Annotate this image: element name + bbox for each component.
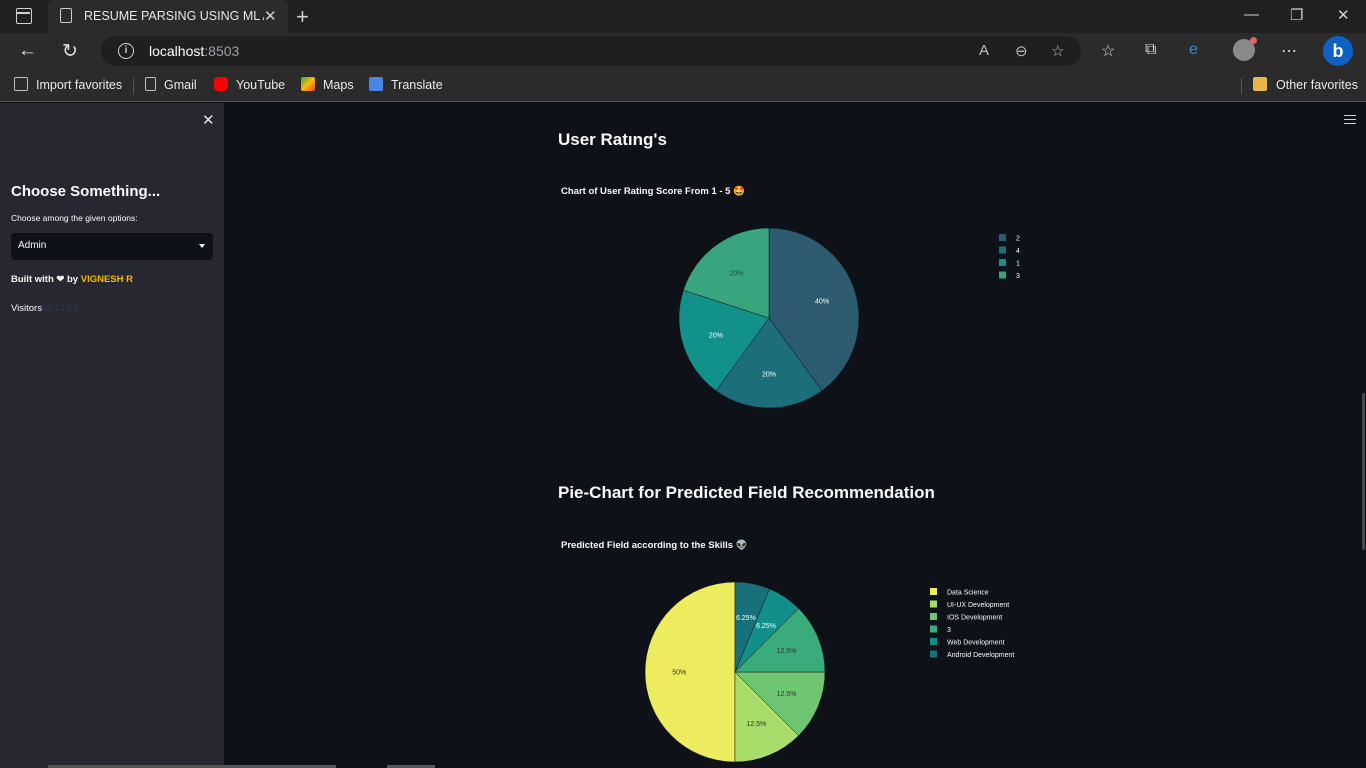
minimize-icon[interactable]: — [1244, 6, 1259, 23]
add-favorite-icon[interactable]: ☆ [1051, 42, 1064, 60]
close-sidebar-icon[interactable]: ✕ [202, 111, 215, 129]
favorites-bar: Import favorites Gmail YouTube Maps Tran… [0, 70, 1366, 102]
fav-youtube[interactable]: YouTube [214, 77, 285, 92]
tab-bar: RESUME PARSING USING ML AN ✕ + — ❐ ✕ [0, 0, 1366, 33]
visitor-count: 001128 [41, 303, 79, 314]
chart-title-ratings: Chart of User Rating Score From 1 - 5 🤩 [561, 186, 745, 197]
more-icon[interactable]: ⋯ [1281, 41, 1297, 61]
fav-maps[interactable]: Maps [301, 77, 354, 92]
sidebar: ✕ Choose Something... Choose among the g… [0, 103, 224, 768]
favorites-icon[interactable]: ☆ [1101, 41, 1115, 61]
profile-avatar[interactable] [1233, 37, 1257, 61]
fav-other[interactable]: Other favorites [1253, 77, 1358, 92]
legend-swatch[interactable] [930, 625, 937, 633]
address-bar[interactable]: i localhost:8503 A ⊖ ☆ [101, 36, 1081, 66]
legend-swatch[interactable] [930, 588, 937, 595]
bing-icon[interactable]: b [1323, 36, 1353, 66]
legend-swatch[interactable] [930, 600, 937, 608]
legend-swatch[interactable] [930, 638, 937, 645]
legend-label[interactable]: 1 [1016, 261, 1020, 268]
slice-label: 20% [709, 333, 723, 340]
legend-label[interactable]: Data Science [947, 590, 989, 597]
fav-import[interactable]: Import favorites [14, 77, 122, 92]
legend-label[interactable]: 3 [947, 627, 951, 634]
fav-translate[interactable]: Translate [369, 77, 443, 92]
divider [133, 78, 134, 94]
youtube-icon [214, 77, 228, 91]
browser-toolbar: ← ↻ i localhost:8503 A ⊖ ☆ ☆ ⧉ e ⋯ b [0, 33, 1366, 70]
slice-label: 6.25% [736, 615, 756, 622]
slice-label: 12.5% [777, 648, 797, 655]
translate-icon [369, 77, 383, 91]
page-icon [60, 8, 72, 23]
divider [1241, 78, 1242, 94]
legend-label[interactable]: Web Development [947, 640, 1005, 647]
author-link[interactable]: VIGNESH R [81, 274, 133, 285]
legend-label[interactable]: UI-UX Development [947, 602, 1009, 609]
edge-icon[interactable]: e [1189, 41, 1198, 59]
vertical-scrollbar[interactable] [1362, 393, 1365, 550]
fav-gmail[interactable]: Gmail [145, 77, 197, 92]
new-tab-icon[interactable]: + [296, 4, 309, 30]
refresh-icon[interactable]: ↻ [62, 40, 78, 63]
built-with-text: Built with ❤ by VIGNESH R [11, 274, 133, 285]
collections-icon[interactable]: ⧉ [1145, 41, 1156, 59]
tab-title: RESUME PARSING USING ML AN [84, 9, 264, 23]
restore-icon[interactable]: ❐ [1290, 6, 1303, 24]
legend-label[interactable]: Android Development [947, 652, 1014, 659]
main-content: User Ratıng's Chart of User Rating Score… [224, 103, 1366, 768]
legend-label[interactable]: 2 [1016, 236, 1020, 243]
url-text[interactable]: localhost:8503 [149, 43, 239, 59]
back-icon[interactable]: ← [18, 40, 37, 62]
legend-label[interactable]: 4 [1016, 248, 1020, 255]
sidebar-heading: Choose Something... [11, 183, 161, 200]
zoom-out-icon[interactable]: ⊖ [1015, 42, 1028, 60]
visitors-counter: Visitors001128 [11, 303, 79, 314]
legend-label[interactable]: 3 [1016, 273, 1020, 280]
close-window-icon[interactable]: ✕ [1337, 6, 1350, 24]
tab-actions-icon[interactable] [16, 8, 32, 24]
slice-label: 20% [729, 270, 743, 277]
legend-swatch[interactable] [930, 613, 937, 620]
pie-slice[interactable] [644, 581, 736, 763]
maps-icon [301, 77, 315, 91]
slice-label: 12.5% [746, 721, 766, 728]
legend-swatch[interactable] [930, 650, 937, 658]
ratings-pie-chart: 40% 20% 20% 20% 2 4 1 3 [678, 227, 1020, 409]
mode-select[interactable]: Admin [11, 233, 213, 260]
slice-label: 6.25% [756, 623, 776, 630]
select-label: Choose among the given options: [11, 213, 138, 223]
info-icon[interactable]: i [118, 43, 134, 59]
legend-swatch[interactable] [999, 234, 1006, 241]
section-title-fields: Pie-Chart for Predicted Field Recommenda… [558, 483, 935, 502]
close-tab-icon[interactable]: ✕ [264, 7, 277, 25]
read-aloud-icon[interactable]: A [979, 42, 989, 59]
menu-icon[interactable] [1344, 115, 1356, 124]
slice-label: 50% [672, 670, 686, 677]
fields-pie-chart: 50% 12.5% 12.5% 12.5% 6.25%6.25% Data Science… [644, 581, 1014, 763]
slice-label: 12.5% [777, 691, 797, 698]
import-icon [14, 77, 28, 91]
legend-swatch[interactable] [999, 246, 1006, 254]
active-tab[interactable]: RESUME PARSING USING ML AN ✕ [48, 0, 288, 33]
legend-swatch[interactable] [999, 271, 1006, 279]
legend-label[interactable]: IOS Development [947, 615, 1002, 622]
chart-title-fields: Predicted Field according to the Skills … [561, 540, 748, 551]
section-title-ratings: User Ratıng's [558, 130, 667, 149]
folder-icon [1253, 77, 1267, 91]
chevron-down-icon [199, 244, 205, 248]
legend-swatch[interactable] [999, 259, 1006, 266]
slice-label: 40% [815, 298, 829, 305]
slice-label: 20% [762, 371, 776, 378]
page-icon [145, 77, 156, 91]
select-value: Admin [18, 240, 47, 251]
heart-icon: ❤ [56, 274, 65, 285]
